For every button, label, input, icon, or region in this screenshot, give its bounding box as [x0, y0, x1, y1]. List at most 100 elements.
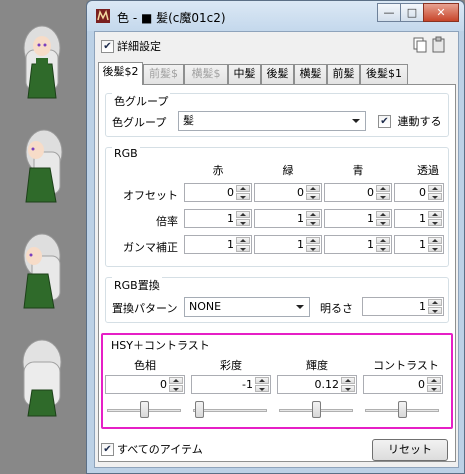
rgb-row-gamma: ガンマ補正 — [123, 241, 178, 254]
spin-up-icon[interactable] — [306, 211, 320, 218]
minimize-button[interactable]: — — [377, 3, 401, 22]
tab-front-hair-dollar[interactable]: 前髪$ — [143, 64, 184, 84]
spin-up-icon[interactable] — [255, 377, 269, 384]
spin-down-icon[interactable] — [236, 193, 250, 200]
offset-blue-input[interactable]: 0 — [324, 183, 392, 202]
rgb-col-blue: 青 — [352, 164, 364, 177]
spin-down-icon[interactable] — [306, 193, 320, 200]
offset-green-value: 0 — [297, 186, 304, 199]
scale-green-input[interactable]: 1 — [254, 209, 322, 228]
slider-thumb[interactable] — [312, 401, 321, 418]
color-group-label: 色グループ — [112, 116, 167, 129]
spin-down-icon[interactable] — [376, 219, 390, 226]
all-items-checkbox[interactable]: ✔ — [101, 442, 114, 456]
gamma-red-input[interactable]: 1 — [184, 235, 252, 254]
offset-red-input[interactable]: 0 — [184, 183, 252, 202]
saturation-input[interactable]: -1 — [191, 375, 271, 394]
spin-up-icon[interactable] — [376, 237, 390, 244]
saturation-slider[interactable] — [193, 401, 267, 419]
tab-middle-hair[interactable]: 中髪 — [228, 64, 261, 84]
offset-green-input[interactable]: 0 — [254, 183, 322, 202]
tab-back-hair-2[interactable]: 後髪$2 — [98, 62, 143, 85]
spin-up-icon[interactable] — [428, 211, 442, 218]
spin-up-icon[interactable] — [306, 237, 320, 244]
character-sprite-back — [22, 339, 62, 417]
spin-down-icon[interactable] — [428, 219, 442, 226]
tab-back-hair-1[interactable]: 後髪$1 — [360, 64, 408, 84]
luminance-input[interactable]: 0.12 — [277, 375, 357, 394]
spin-down-icon[interactable] — [169, 385, 183, 392]
scale-red-input[interactable]: 1 — [184, 209, 252, 228]
scale-blue-input[interactable]: 1 — [324, 209, 392, 228]
spin-down-icon[interactable] — [376, 193, 390, 200]
spin-down-icon[interactable] — [427, 385, 441, 392]
spin-up-icon[interactable] — [376, 211, 390, 218]
gamma-alpha-input[interactable]: 1 — [394, 235, 444, 254]
spin-up-icon[interactable] — [341, 377, 355, 384]
scale-red-value: 1 — [227, 212, 234, 225]
copy-paste-icons — [412, 36, 448, 57]
spin-up-icon[interactable] — [428, 237, 442, 244]
detail-setting-toggle[interactable]: ✔ 詳細設定 — [101, 38, 161, 54]
offset-alpha-input[interactable]: 0 — [394, 183, 444, 202]
hue-input[interactable]: 0 — [105, 375, 185, 394]
all-items-toggle[interactable]: ✔ すべてのアイテム — [101, 441, 203, 457]
gamma-blue-input[interactable]: 1 — [324, 235, 392, 254]
detail-checkbox[interactable]: ✔ — [101, 39, 114, 53]
color-window: 色 - ■ 髪(c魔01c2) — □ ✕ ✔ 詳細設定 後髪$2 前髪$ 横髪… — [86, 0, 465, 474]
spin-up-icon[interactable] — [428, 299, 442, 306]
contrast-input[interactable]: 0 — [363, 375, 443, 394]
paste-icon[interactable] — [432, 36, 445, 53]
spin-up-icon[interactable] — [169, 377, 183, 384]
slider-thumb[interactable] — [140, 401, 149, 418]
spin-up-icon[interactable] — [236, 237, 250, 244]
spin-down-icon[interactable] — [306, 245, 320, 252]
reset-button[interactable]: リセット — [372, 439, 448, 461]
rgb-col-green: 緑 — [282, 164, 294, 177]
link-toggle[interactable]: ✔ 連動する — [378, 113, 442, 129]
scale-blue-value: 1 — [367, 212, 374, 225]
offset-red-value: 0 — [227, 186, 234, 199]
slider-track — [193, 409, 267, 412]
contrast-value: 0 — [418, 378, 425, 391]
spin-down-icon[interactable] — [428, 193, 442, 200]
spin-down-icon[interactable] — [428, 245, 442, 252]
color-group-select[interactable]: 髪 — [178, 111, 366, 131]
tab-front-hair[interactable]: 前髪 — [327, 64, 360, 84]
scale-alpha-input[interactable]: 1 — [394, 209, 444, 228]
link-checkbox[interactable]: ✔ — [378, 114, 391, 128]
spin-down-icon[interactable] — [341, 385, 355, 392]
spin-up-icon[interactable] — [236, 185, 250, 192]
spin-up-icon[interactable] — [428, 185, 442, 192]
hsy-title: HSY＋コントラスト — [109, 337, 212, 353]
spin-down-icon[interactable] — [306, 219, 320, 226]
slider-thumb[interactable] — [194, 401, 204, 418]
contrast-slider[interactable] — [365, 401, 439, 419]
character-sprite-front — [23, 25, 61, 99]
brightness-value: 1 — [419, 300, 426, 313]
brightness-input[interactable]: 1 — [362, 297, 444, 316]
spin-down-icon[interactable] — [376, 245, 390, 252]
spin-up-icon[interactable] — [376, 185, 390, 192]
rgb-row-scale: 倍率 — [156, 215, 178, 228]
replace-pattern-select[interactable]: NONE — [184, 297, 310, 317]
tab-back-hair[interactable]: 後髪 — [261, 64, 294, 84]
gamma-green-input[interactable]: 1 — [254, 235, 322, 254]
spin-down-icon[interactable] — [255, 385, 269, 392]
gamma-blue-value: 1 — [367, 238, 374, 251]
tab-side-hair-dollar[interactable]: 横髪$ — [184, 64, 228, 84]
spin-up-icon[interactable] — [306, 185, 320, 192]
slider-thumb[interactable] — [398, 401, 407, 418]
spin-down-icon[interactable] — [236, 219, 250, 226]
maximize-button[interactable]: □ — [400, 3, 424, 22]
close-button[interactable]: ✕ — [423, 3, 459, 22]
spin-down-icon[interactable] — [236, 245, 250, 252]
spin-up-icon[interactable] — [236, 211, 250, 218]
luminance-slider[interactable] — [279, 401, 353, 419]
tab-side-hair[interactable]: 横髪 — [294, 64, 327, 84]
spin-down-icon[interactable] — [428, 307, 442, 314]
spin-up-icon[interactable] — [427, 377, 441, 384]
hue-slider[interactable] — [107, 401, 181, 419]
copy-icon[interactable] — [413, 37, 427, 53]
title-bar[interactable]: 色 - ■ 髪(c魔01c2) — □ ✕ — [87, 1, 464, 31]
